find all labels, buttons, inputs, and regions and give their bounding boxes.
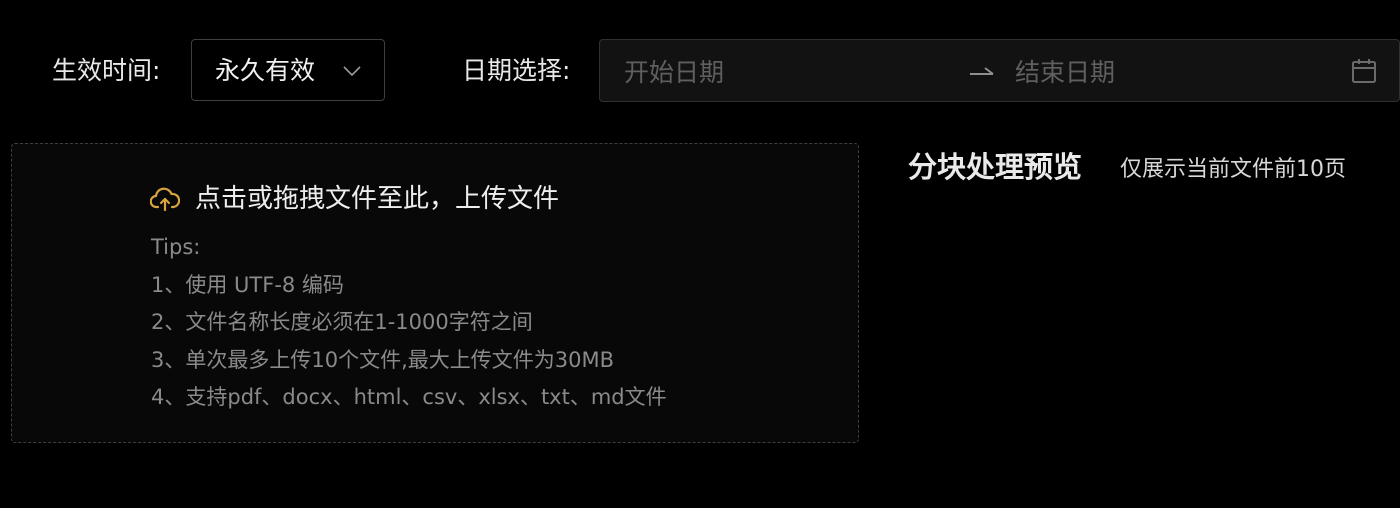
preview-subtitle: 仅展示当前文件前10页 bbox=[1120, 157, 1346, 182]
tips-heading: Tips: bbox=[151, 235, 201, 259]
chevron-down-icon bbox=[343, 66, 361, 77]
calendar-icon[interactable] bbox=[1350, 57, 1378, 85]
cloud-upload-icon bbox=[150, 187, 180, 212]
date-range-picker[interactable] bbox=[599, 39, 1400, 102]
tip-item: 1、使用 UTF-8 编码 bbox=[151, 272, 344, 297]
file-upload-dropzone[interactable]: 点击或拖拽文件至此，上传文件 Tips: 1、使用 UTF-8 编码 2、文件名… bbox=[11, 143, 859, 443]
tip-item: 2、文件名称长度必须在1-1000字符之间 bbox=[151, 310, 533, 334]
page: 生效时间: 永久有效 日期选择: 点击或拖拽文件至此，上传文件 Tips: 1、 bbox=[0, 0, 1400, 508]
date-select-label: 日期选择: bbox=[462, 56, 571, 85]
effective-time-label: 生效时间: bbox=[52, 56, 161, 85]
effective-time-select-value: 永久有效 bbox=[215, 56, 316, 85]
tip-item: 3、单次最多上传10个文件,最大上传文件为30MB bbox=[151, 347, 615, 372]
start-date-input[interactable] bbox=[624, 58, 924, 86]
preview-title: 分块处理预览 bbox=[908, 150, 1083, 184]
end-date-input[interactable] bbox=[1015, 58, 1315, 86]
upload-title: 点击或拖拽文件至此，上传文件 bbox=[195, 184, 560, 214]
tip-item: 4、支持pdf、docx、html、csv、xlsx、txt、md文件 bbox=[151, 385, 667, 409]
upload-tips: Tips: 1、使用 UTF-8 编码 2、文件名称长度必须在1-1000字符之… bbox=[151, 229, 667, 417]
arrow-right-icon bbox=[970, 67, 994, 75]
